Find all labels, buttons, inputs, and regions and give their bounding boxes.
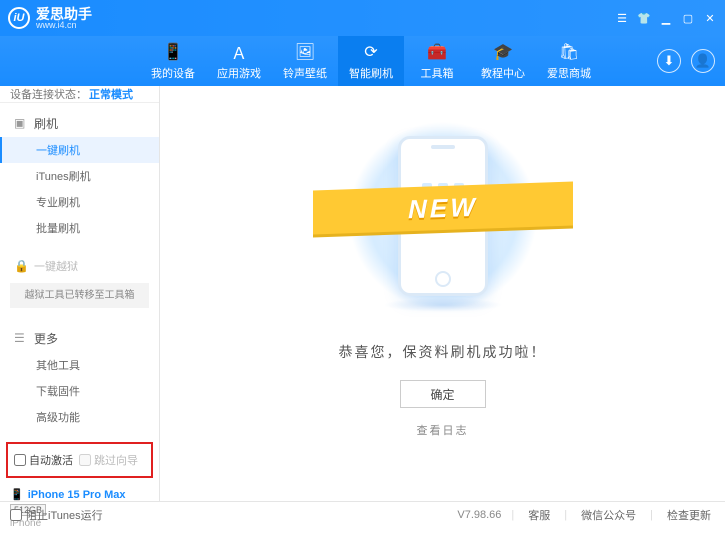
sidebar-item-itunes-flash[interactable]: iTunes刷机 <box>0 163 159 189</box>
logo-icon: iU <box>8 7 30 29</box>
nav-label: 爱思商城 <box>547 65 591 81</box>
block-itunes-checkbox[interactable]: 阻止iTunes运行 <box>10 507 103 523</box>
maximize-icon[interactable]: ▢ <box>681 11 695 25</box>
sidebar-head-flash[interactable]: ▣ 刷机 <box>0 109 159 137</box>
sidebar-item-download-firmware[interactable]: 下载固件 <box>0 378 159 404</box>
sidebar-head-label: 刷机 <box>34 115 58 132</box>
apps-icon: Ａ <box>229 42 249 62</box>
sidebar-item-batch-flash[interactable]: 批量刷机 <box>0 215 159 241</box>
more-icon: ☰ <box>14 331 28 345</box>
app-logo: iU 爱思助手 www.i4.cn <box>8 7 92 30</box>
sidebar-item-advanced[interactable]: 高级功能 <box>0 404 159 430</box>
device-connection-status: 设备连接状态： 正常模式 <box>0 86 159 103</box>
status-mode: 正常模式 <box>89 86 133 102</box>
checkbox-label: 自动激活 <box>29 452 73 468</box>
sidebar-head-more[interactable]: ☰ 更多 <box>0 324 159 352</box>
status-label: 设备连接状态： <box>10 86 87 102</box>
flash-category-icon: ▣ <box>14 116 28 130</box>
nav-ringtones[interactable]: 🖼 铃声壁纸 <box>272 36 338 86</box>
phone-icon: 📱 <box>10 488 24 501</box>
ok-button[interactable]: 确定 <box>400 380 486 408</box>
store-icon: 🛍 <box>559 42 579 62</box>
nav-label: 工具箱 <box>421 65 454 81</box>
wallpaper-icon: 🖼 <box>295 42 315 62</box>
lock-icon: 🔒 <box>14 259 28 273</box>
jailbreak-moved-note: 越狱工具已转移至工具箱 <box>10 283 149 308</box>
menu-icon[interactable]: ☰ <box>615 11 629 25</box>
nav-apps-games[interactable]: Ａ 应用游戏 <box>206 36 272 86</box>
sidebar-head-label: 一键越狱 <box>34 258 78 274</box>
new-ribbon: NEW <box>313 181 573 234</box>
nav-toolbox[interactable]: 🧰 工具箱 <box>404 36 470 86</box>
nav-smart-flash[interactable]: ⟳ 智能刷机 <box>338 36 404 86</box>
nav-label: 智能刷机 <box>349 65 393 81</box>
toolbox-icon: 🧰 <box>427 42 447 62</box>
nav-store[interactable]: 🛍 爱思商城 <box>536 36 602 86</box>
auto-activate-checkbox[interactable]: 自动激活 <box>14 452 73 468</box>
close-icon[interactable]: ✕ <box>703 11 717 25</box>
version-label: V7.98.66 <box>457 509 501 521</box>
success-illustration: NEW <box>343 116 543 316</box>
download-button[interactable]: ⬇ <box>657 49 681 73</box>
brand-name: 爱思助手 <box>36 7 92 21</box>
options-highlight-box: 自动激活 跳过向导 <box>6 442 153 478</box>
footer-link-support[interactable]: 客服 <box>524 507 554 523</box>
sidebar-item-other-tools[interactable]: 其他工具 <box>0 352 159 378</box>
sidebar-head-label: 更多 <box>34 330 58 347</box>
skip-guide-checkbox[interactable]: 跳过向导 <box>79 452 138 468</box>
brand-url: www.i4.cn <box>36 21 92 30</box>
checkbox-label: 跳过向导 <box>94 452 138 468</box>
flash-icon: ⟳ <box>361 42 381 62</box>
nav-label: 应用游戏 <box>217 65 261 81</box>
footer-link-wechat[interactable]: 微信公众号 <box>577 507 640 523</box>
view-log-link[interactable]: 查看日志 <box>417 422 469 438</box>
nav-label: 我的设备 <box>151 65 195 81</box>
minimize-icon[interactable]: ▁ <box>659 11 673 25</box>
skin-icon[interactable]: 👕 <box>637 11 651 25</box>
device-icon: 📱 <box>163 42 183 62</box>
nav-tutorials[interactable]: 🎓 教程中心 <box>470 36 536 86</box>
nav-label: 教程中心 <box>481 65 525 81</box>
user-button[interactable]: 👤 <box>691 49 715 73</box>
footer-link-update[interactable]: 检查更新 <box>663 507 715 523</box>
sidebar-head-jailbreak: 🔒 一键越狱 <box>0 253 159 279</box>
nav-my-device[interactable]: 📱 我的设备 <box>140 36 206 86</box>
tutorial-icon: 🎓 <box>493 42 513 62</box>
device-name: iPhone 15 Pro Max <box>28 489 126 501</box>
nav-label: 铃声壁纸 <box>283 65 327 81</box>
sidebar-item-oneclick-flash[interactable]: 一键刷机 <box>0 137 159 163</box>
success-message: 恭喜您，保资料刷机成功啦！ <box>339 342 547 362</box>
sidebar-item-pro-flash[interactable]: 专业刷机 <box>0 189 159 215</box>
checkbox-label: 阻止iTunes运行 <box>26 507 103 523</box>
